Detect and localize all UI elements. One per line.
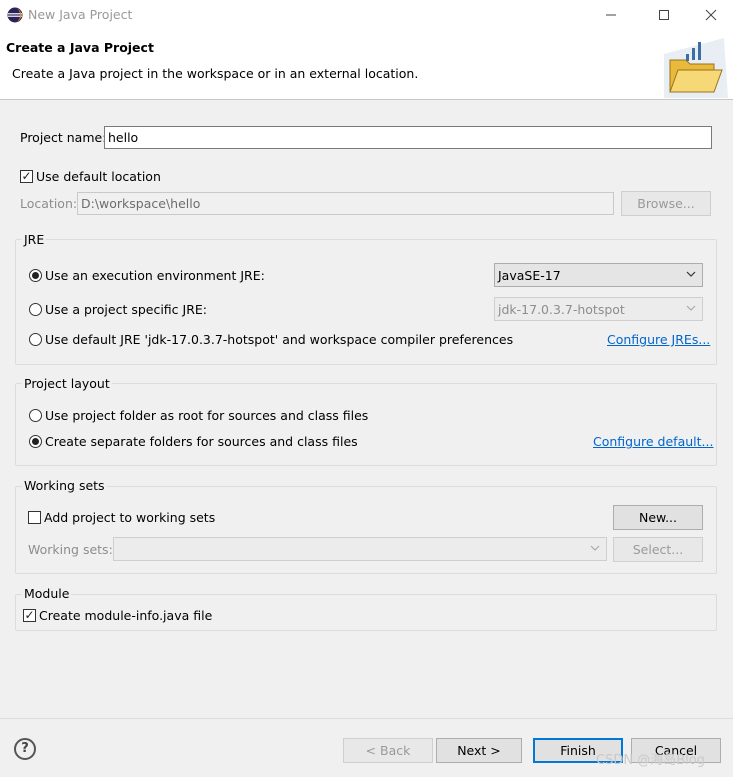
configure-jres-link[interactable]: Configure JREs... — [607, 332, 710, 347]
minimize-icon — [606, 14, 616, 16]
module-group-title: Module — [22, 586, 72, 601]
jre-specific-value: jdk-17.0.3.7-hotspot — [498, 302, 625, 317]
working-sets-label: Working sets: — [28, 542, 113, 557]
eclipse-icon — [7, 7, 23, 23]
select-working-sets-button[interactable]: Select... — [613, 537, 703, 562]
page-description: Create a Java project in the workspace o… — [12, 66, 419, 81]
jre-group-title: JRE — [22, 232, 47, 247]
jre-default-radio[interactable] — [29, 333, 42, 346]
chevron-down-icon — [590, 545, 600, 551]
minimize-button[interactable] — [599, 4, 623, 26]
maximize-icon — [659, 10, 669, 20]
jre-specific-radio[interactable] — [29, 303, 42, 316]
working-sets-group-title: Working sets — [22, 478, 107, 493]
close-button[interactable] — [699, 4, 723, 26]
layout-separate-radio[interactable] — [29, 435, 42, 448]
project-layout-group — [15, 383, 717, 466]
back-button[interactable]: < Back — [343, 738, 433, 763]
jre-specific-label: Use a project specific JRE: — [45, 302, 207, 317]
help-icon[interactable]: ? — [14, 738, 36, 760]
wizard-header: Create a Java Project Create a Java proj… — [0, 30, 733, 100]
jre-env-label: Use an execution environment JRE: — [45, 268, 265, 283]
chevron-down-icon — [686, 305, 696, 311]
jre-env-radio[interactable] — [29, 269, 42, 282]
location-input[interactable]: D:\workspace\hello — [77, 192, 614, 215]
browse-button[interactable]: Browse... — [621, 191, 711, 216]
maximize-button[interactable] — [652, 4, 676, 26]
new-working-set-button[interactable]: New... — [613, 505, 703, 530]
folder-icon — [664, 38, 728, 98]
location-label: Location: — [20, 196, 78, 211]
jre-specific-select[interactable]: jdk-17.0.3.7-hotspot — [494, 297, 703, 321]
layout-separate-label: Create separate folders for sources and … — [45, 434, 358, 449]
footer-divider — [0, 718, 733, 719]
chevron-down-icon — [686, 271, 696, 277]
create-module-info-label: Create module-info.java file — [39, 608, 213, 623]
next-button[interactable]: Next > — [436, 738, 522, 763]
add-to-working-sets-label: Add project to working sets — [44, 510, 216, 525]
project-layout-group-title: Project layout — [22, 376, 112, 391]
use-default-location-label: Use default location — [36, 169, 161, 184]
working-sets-select[interactable] — [113, 537, 607, 561]
project-name-label: Project name: — [20, 130, 107, 145]
jre-env-select[interactable]: JavaSE-17 — [494, 263, 703, 287]
configure-default-link[interactable]: Configure default... — [593, 434, 713, 449]
jre-default-label: Use default JRE 'jdk-17.0.3.7-hotspot' a… — [45, 332, 514, 347]
add-to-working-sets-checkbox[interactable] — [28, 511, 41, 524]
use-default-location-checkbox[interactable]: ✓ — [20, 170, 33, 183]
layout-root-radio[interactable] — [29, 409, 42, 422]
project-name-input[interactable]: hello — [104, 126, 712, 149]
window-title: New Java Project — [28, 7, 133, 22]
close-icon — [705, 9, 717, 21]
create-module-info-checkbox[interactable]: ✓ — [23, 609, 36, 622]
watermark: CSDN @海岛Blog — [596, 753, 705, 768]
title-bar: New Java Project — [0, 0, 733, 30]
layout-root-label: Use project folder as root for sources a… — [45, 408, 369, 423]
page-title: Create a Java Project — [6, 40, 154, 55]
jre-env-value: JavaSE-17 — [498, 268, 561, 283]
